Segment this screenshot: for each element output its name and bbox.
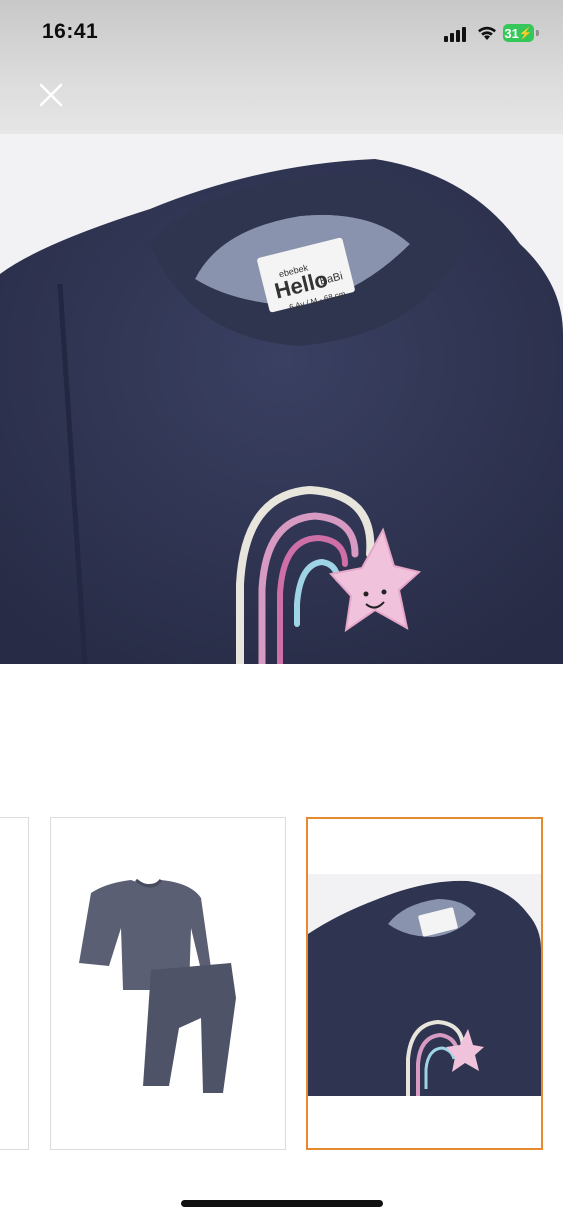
home-indicator[interactable] — [181, 1200, 383, 1207]
pajama-set-image — [79, 878, 236, 1093]
status-time: 16:41 — [42, 20, 99, 43]
thumbnail-partial[interactable] — [0, 817, 29, 1150]
battery-nub — [536, 30, 539, 36]
sweater-closeup-illustration: ebebek Hello BaBi 6 Ay / M - 68 cm — [0, 159, 563, 664]
top-bar: 16:41 31 ⚡ — [0, 0, 563, 134]
signal-icon — [444, 26, 466, 42]
product-main-image[interactable]: ebebek Hello BaBi 6 Ay / M - 68 cm — [0, 134, 563, 664]
close-icon — [39, 83, 63, 107]
battery-icon: 31 ⚡ — [503, 24, 534, 42]
thumbnail-collar-closeup[interactable] — [306, 817, 543, 1150]
wifi-icon — [478, 26, 496, 40]
collar-closeup-thumb-image — [308, 874, 541, 1096]
close-button[interactable] — [36, 80, 66, 110]
battery-level: 31 — [504, 25, 519, 41]
thumbnail-full-set[interactable] — [50, 817, 286, 1150]
